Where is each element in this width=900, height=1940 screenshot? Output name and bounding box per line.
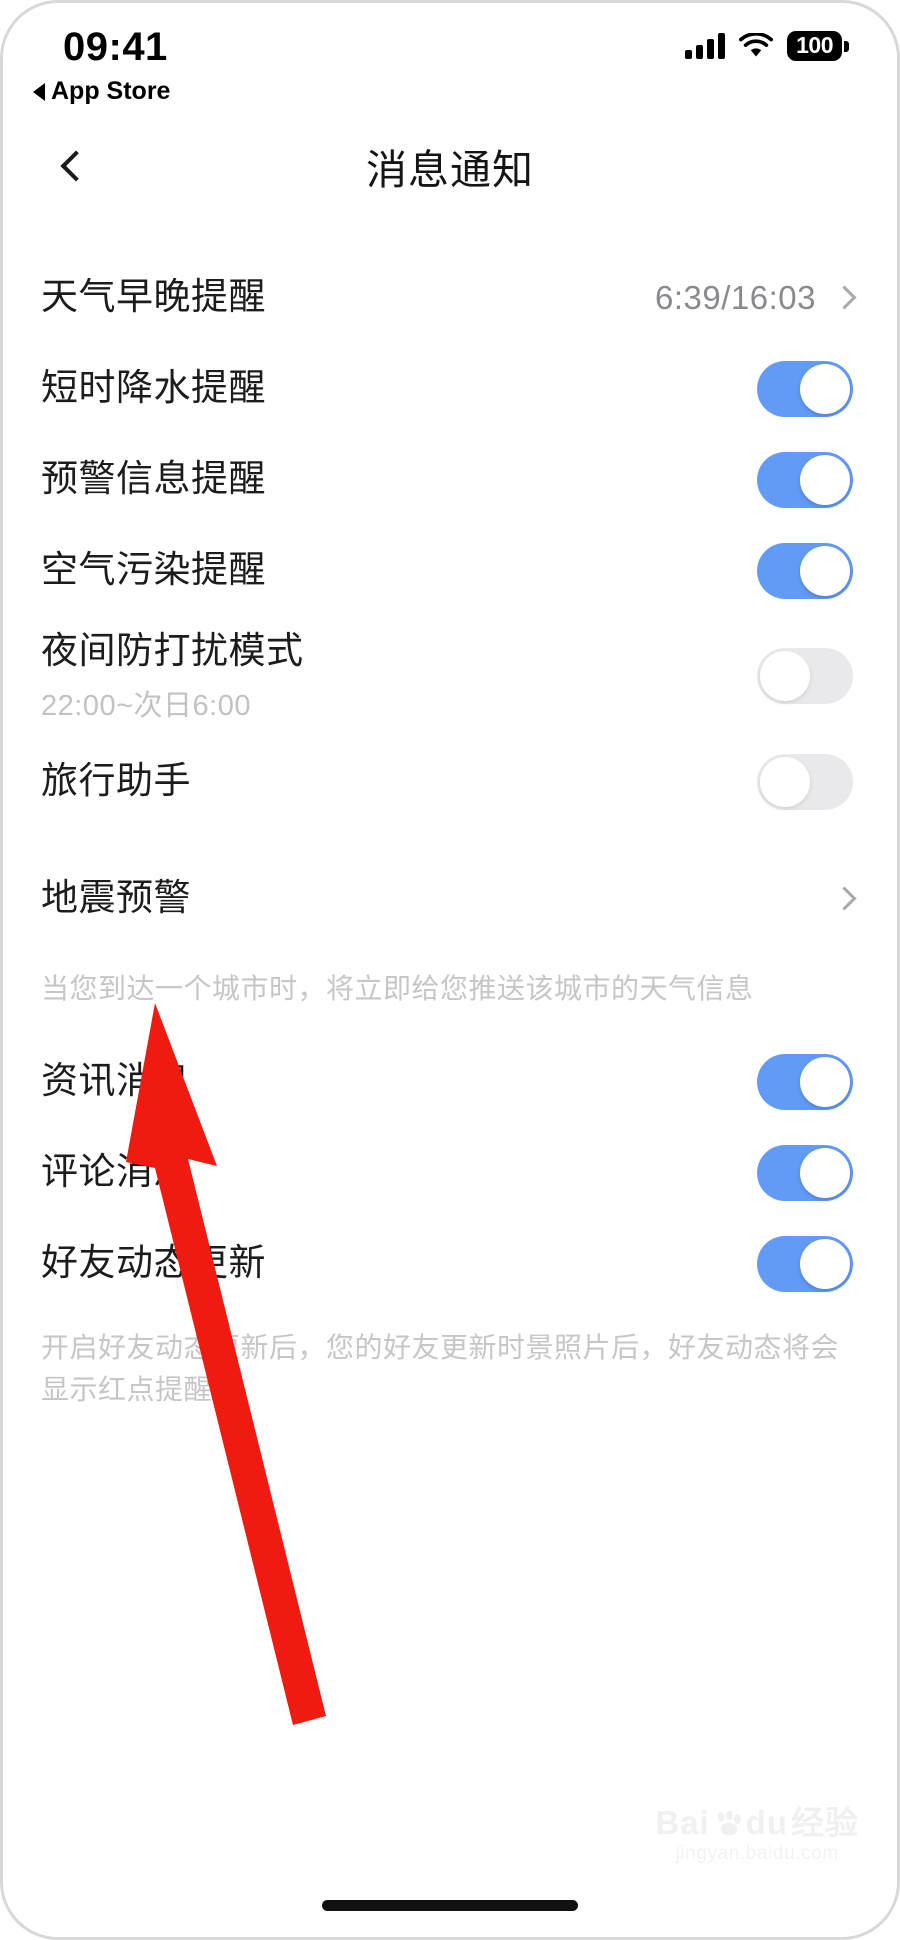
- toggle-knob: [800, 545, 850, 596]
- status-bar-time: 09:41: [63, 25, 168, 69]
- row-text: 好友动态更新: [41, 1240, 266, 1286]
- battery-nub: [844, 40, 849, 52]
- list-item-morning-evening-reminder[interactable]: 天气早晚提醒 6:39/16:03: [3, 252, 897, 343]
- toggle-air-pollution-reminder[interactable]: [757, 542, 853, 599]
- toggle-knob: [800, 1147, 850, 1198]
- toggle-knob: [760, 756, 810, 807]
- friend-activity-hint: 开启好友动态更新后，您的好友更新时景照片后，好友动态将会显示红点提醒: [41, 1332, 840, 1405]
- settings-group-weather: 天气早晚提醒 6:39/16:03 短时降水提醒 预警信息提醒 空气污染提醒 夜…: [3, 252, 897, 1036]
- list-item-air-pollution-reminder[interactable]: 空气污染提醒: [3, 525, 897, 616]
- list-item-friend-activity[interactable]: 好友动态更新: [3, 1218, 897, 1309]
- row-text: 短时降水提醒: [41, 365, 266, 411]
- row-text: 资讯消息: [41, 1058, 191, 1104]
- toggle-travel-assistant[interactable]: [757, 753, 853, 810]
- toggle-alert-reminder[interactable]: [757, 451, 853, 508]
- row-control[interactable]: 6:39/16:03: [655, 278, 857, 317]
- phone-screen: 09:41 App Store 100 消息通知 天气早晚提醒 6:39/16:…: [0, 0, 900, 1940]
- list-item-label: 空气污染提醒: [41, 549, 266, 591]
- row-text: 地震预警: [41, 875, 191, 921]
- list-item-label: 预警信息提醒: [41, 458, 266, 500]
- row-text: 评论消息: [41, 1149, 191, 1195]
- list-item-comment-messages[interactable]: 评论消息: [3, 1127, 897, 1218]
- list-item-rain-reminder[interactable]: 短时降水提醒: [3, 343, 897, 434]
- back-app-label: App Store: [51, 77, 171, 105]
- chevron-right-icon: [832, 285, 857, 310]
- back-button[interactable]: [45, 139, 99, 193]
- list-item-news-messages[interactable]: 资讯消息: [3, 1036, 897, 1127]
- row-text: 夜间防打扰模式 22:00~次日6:00: [41, 628, 304, 723]
- page-title: 消息通知: [366, 146, 534, 193]
- list-item-label: 好友动态更新: [41, 1242, 266, 1284]
- wifi-icon: [739, 32, 774, 59]
- list-item-night-do-not-disturb[interactable]: 夜间防打扰模式 22:00~次日6:00: [3, 616, 897, 736]
- list-item-label: 短时降水提醒: [41, 367, 266, 409]
- toggle-news-messages[interactable]: [757, 1053, 853, 1110]
- row-text: 旅行助手: [41, 758, 191, 804]
- baidu-jingyan-watermark: Bai du 经验 jingyan.baidu.com: [655, 1806, 859, 1865]
- list-item-label: 旅行助手: [41, 760, 191, 802]
- reminder-time-value: 6:39/16:03: [655, 278, 816, 316]
- toggle-knob: [800, 454, 850, 505]
- row-text: 预警信息提醒: [41, 456, 266, 502]
- list-item-earthquake-warning[interactable]: 地震预警: [3, 853, 897, 944]
- battery-percent-label: 100: [787, 31, 842, 61]
- home-indicator[interactable]: [322, 1900, 578, 1911]
- navigation-bar: 消息通知: [3, 113, 897, 218]
- status-bar-indicators: 100: [685, 31, 849, 61]
- list-item-sublabel: 22:00~次日6:00: [41, 689, 251, 722]
- chevron-right-icon: [832, 886, 857, 911]
- list-item-label: 夜间防打扰模式: [41, 630, 304, 672]
- row-control[interactable]: [832, 886, 857, 911]
- toggle-comment-messages[interactable]: [757, 1144, 853, 1201]
- list-item-label: 评论消息: [41, 1151, 191, 1193]
- back-to-app-store-link[interactable]: App Store: [33, 77, 170, 106]
- chevron-left-icon: [60, 149, 92, 182]
- list-item-alert-reminder[interactable]: 预警信息提醒: [3, 434, 897, 525]
- list-item-label: 天气早晚提醒: [41, 276, 266, 318]
- row-text: 空气污染提醒: [41, 547, 266, 593]
- toggle-night-do-not-disturb[interactable]: [757, 648, 853, 704]
- watermark-brand-left: Bai: [655, 1804, 710, 1842]
- toggle-rain-reminder[interactable]: [757, 360, 853, 417]
- cellular-signal-icon: [685, 33, 726, 59]
- watermark-url: jingyan.baidu.com: [675, 1843, 839, 1864]
- paw-icon: [717, 1810, 741, 1836]
- battery-icon: 100: [787, 31, 849, 61]
- settings-group-messages: 资讯消息 评论消息 好友动态更新 开启好友动态更新后，您的好友更新时景照片后，好…: [3, 1036, 897, 1437]
- travel-assistant-hint: 当您到达一个城市时，将立即给您推送该城市的天气信息: [41, 973, 754, 1004]
- row-text: 天气早晚提醒: [41, 274, 266, 320]
- watermark-logo: Bai du 经验: [655, 1806, 859, 1841]
- toggle-knob: [760, 651, 810, 701]
- back-triangle-icon: [33, 82, 45, 101]
- list-item-label: 地震预警: [41, 877, 191, 919]
- list-item-travel-assistant[interactable]: 旅行助手: [3, 736, 897, 827]
- toggle-friend-activity[interactable]: [757, 1235, 853, 1292]
- watermark-brand-right: du: [745, 1804, 788, 1842]
- toggle-knob: [800, 1238, 850, 1289]
- watermark-brand-cn: 经验: [791, 1804, 859, 1842]
- list-item-label: 资讯消息: [41, 1060, 191, 1102]
- toggle-knob: [800, 1056, 850, 1107]
- status-bar: 09:41 App Store 100: [3, 3, 897, 113]
- toggle-knob: [800, 363, 850, 414]
